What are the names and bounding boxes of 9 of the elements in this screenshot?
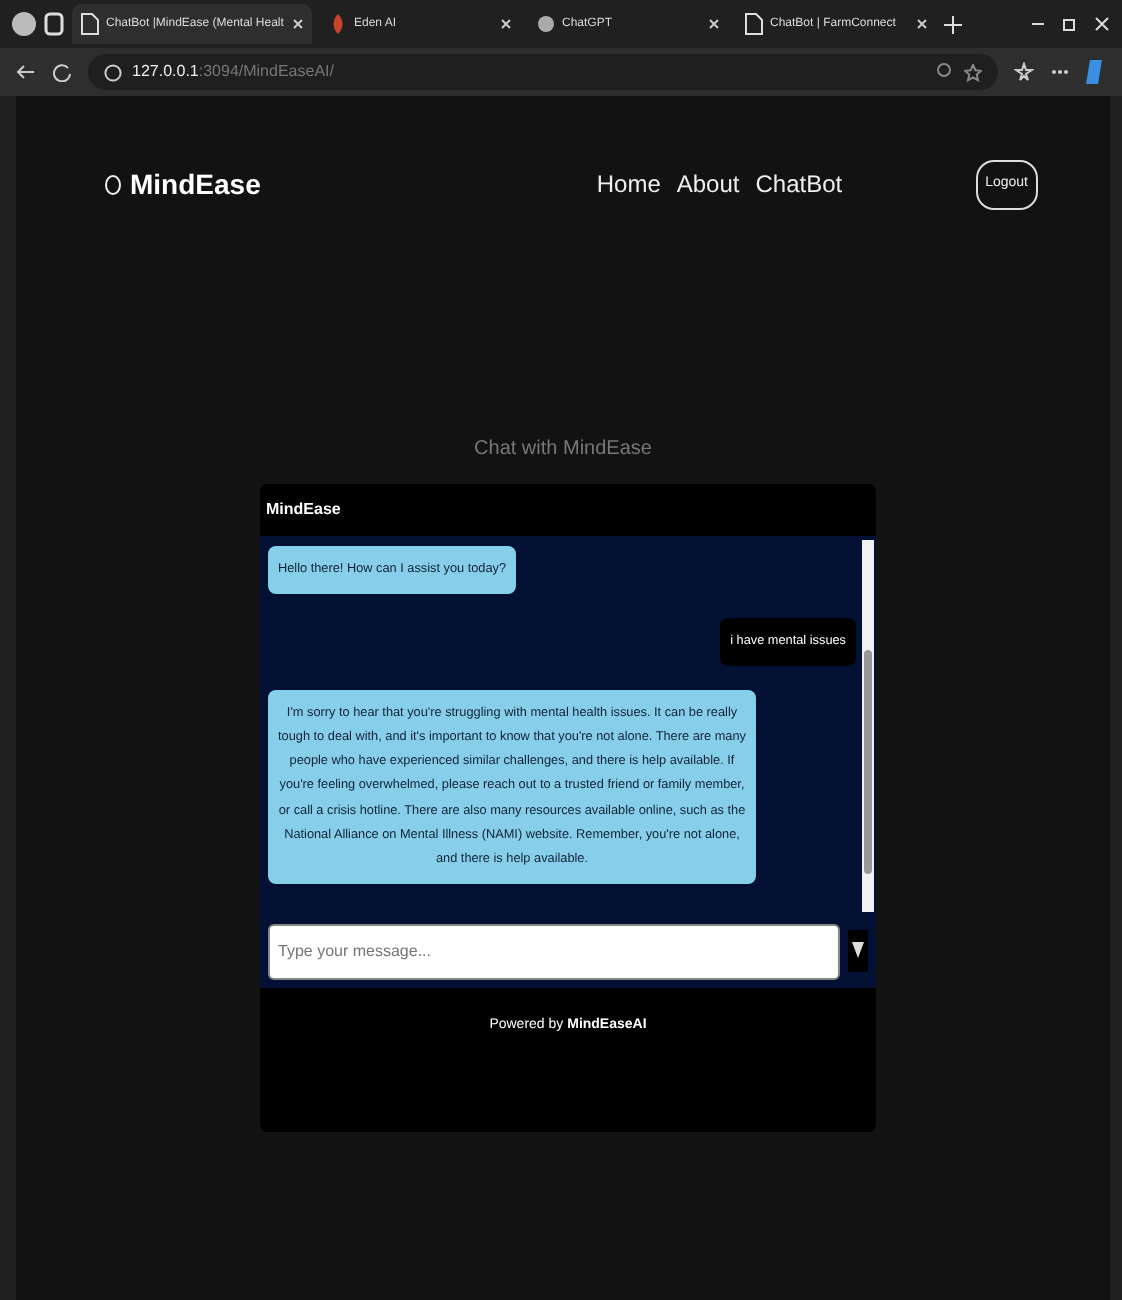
- chat-title: MindEase: [264, 497, 343, 521]
- nav-link[interactable]: About: [676, 166, 740, 203]
- nav-link[interactable]: ChatBot: [755, 166, 843, 203]
- brand-name: MindEase: [130, 165, 261, 204]
- message-input[interactable]: Type your message...: [268, 923, 840, 979]
- nav-link[interactable]: Home: [596, 166, 661, 203]
- address-field[interactable]: 127.0.0.1:3094/MindEaseAI/: [88, 54, 998, 90]
- chat-heading: Chat with MindEase: [472, 435, 654, 463]
- url-text: 127.0.0.1:3094/MindEaseAI/: [132, 60, 334, 84]
